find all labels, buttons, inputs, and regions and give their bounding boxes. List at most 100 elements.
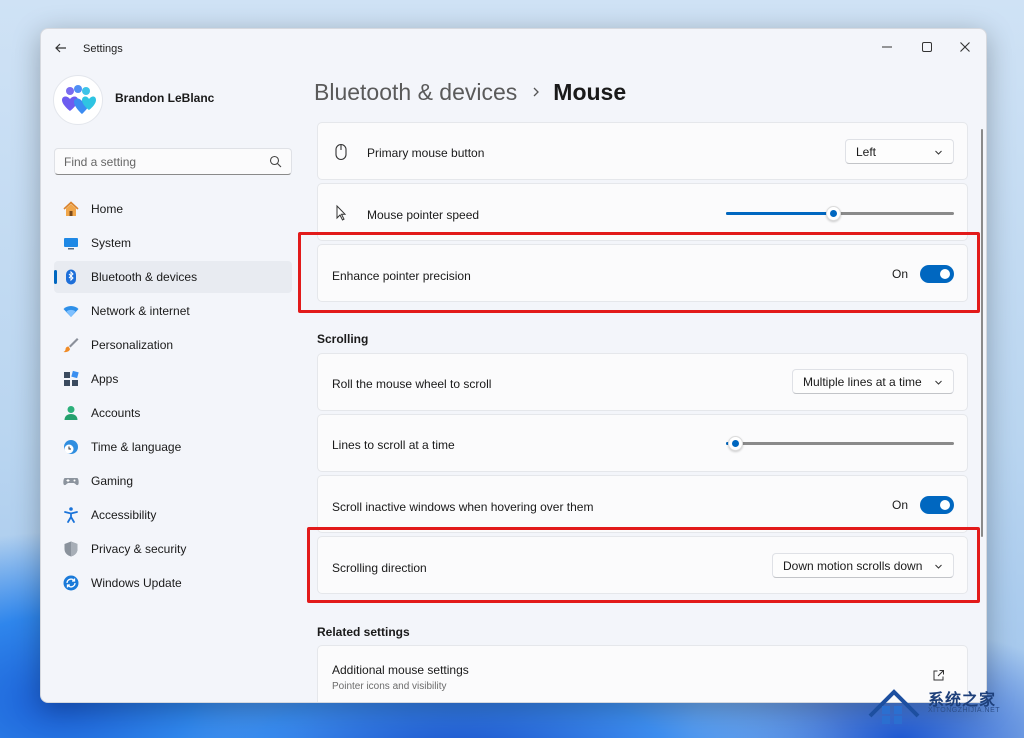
toggle-state-text: On	[891, 267, 908, 281]
app-title: Settings	[83, 43, 123, 55]
sidebar-item-label: Time & language	[91, 440, 182, 454]
avatar-hearts-icon	[62, 85, 96, 114]
sidebar-item-privacy-security[interactable]: Privacy & security	[54, 533, 292, 565]
mouse-icon	[335, 143, 347, 161]
home-icon	[63, 201, 79, 216]
open-external-icon	[933, 670, 944, 681]
back-arrow-icon[interactable]	[53, 40, 69, 56]
sidebar-item-label: Personalization	[91, 338, 174, 352]
sidebar-item-apps[interactable]: Apps	[54, 363, 292, 395]
sidebar-item-windows-update[interactable]: Windows Update	[54, 567, 292, 599]
sidebar-item-network[interactable]: Network & internet	[54, 295, 292, 327]
breadcrumb-parent[interactable]: Bluetooth & devices	[314, 79, 517, 106]
enhance-precision-toggle-group: On	[892, 264, 954, 284]
lines-to-scroll-slider[interactable]	[726, 435, 954, 451]
wifi-icon	[63, 306, 79, 317]
sidebar-item-accounts[interactable]: Accounts	[54, 397, 292, 429]
sidebar-item-home[interactable]: Home	[54, 193, 292, 225]
card-lines-to-scroll: Lines to scroll at a time	[317, 414, 968, 472]
sidebar-item-system[interactable]: System	[54, 227, 292, 259]
chevron-right-icon	[533, 87, 540, 97]
sidebar-item-time-language[interactable]: Time & language	[54, 431, 292, 463]
search-box[interactable]	[54, 148, 292, 175]
sidebar-item-gaming[interactable]: Gaming	[54, 465, 292, 497]
update-icon	[63, 575, 79, 591]
section-title-scrolling: Scrolling	[317, 332, 369, 346]
watermark-logo-icon	[868, 689, 920, 724]
pointer-arrow-icon	[336, 204, 347, 221]
roll-mouse-wheel-label: Roll the mouse wheel to scroll	[332, 377, 492, 391]
section-title-related-settings: Related settings	[317, 625, 410, 639]
sidebar-item-label: Home	[91, 202, 124, 216]
sidebar-item-bluetooth-devices[interactable]: Bluetooth & devices	[54, 261, 292, 293]
enhance-pointer-precision-label: Enhance pointer precision	[332, 269, 471, 283]
enhance-precision-toggle[interactable]	[920, 265, 954, 283]
page-title: Mouse	[553, 78, 627, 105]
chevron-down-icon	[935, 150, 942, 155]
dropdown-value: Down motion scrolls down	[783, 558, 923, 573]
sidebar-item-personalization[interactable]: Personalization	[54, 329, 292, 361]
maximize-icon	[922, 42, 932, 52]
dropdown-value: Multiple lines at a time	[803, 374, 922, 389]
scroll-inactive-toggle[interactable]	[920, 496, 954, 514]
card-scrolling-direction: Scrolling direction Down motion scrolls …	[317, 536, 968, 594]
sidebar-item-label: Privacy & security	[91, 542, 187, 556]
sidebar-item-label: System	[91, 236, 132, 250]
chevron-down-icon	[935, 564, 942, 569]
sidebar-item-label: Apps	[91, 372, 119, 386]
primary-mouse-button-dropdown[interactable]: Left	[845, 139, 954, 164]
slider-fill	[726, 212, 834, 215]
content-scrollbar[interactable]	[981, 129, 983, 537]
chevron-down-icon	[935, 380, 942, 385]
card-scroll-inactive-windows: Scroll inactive windows when hovering ov…	[317, 475, 968, 533]
clock-globe-icon	[64, 440, 78, 454]
user-profile[interactable]: Brandon LeBlanc	[53, 75, 293, 125]
card-primary-mouse-button: Primary mouse button Left	[317, 122, 968, 180]
dropdown-value: Left	[856, 144, 877, 159]
system-icon	[64, 238, 78, 250]
sidebar-item-label: Bluetooth & devices	[91, 270, 198, 284]
pointer-speed-slider[interactable]	[726, 205, 954, 221]
primary-mouse-button-label: Primary mouse button	[367, 146, 485, 160]
breadcrumb: Bluetooth & devices Mouse	[314, 77, 626, 107]
avatar[interactable]	[53, 75, 103, 125]
minimize-icon	[882, 46, 892, 48]
bluetooth-icon	[66, 269, 76, 285]
card-enhance-pointer-precision: Enhance pointer precision On	[317, 244, 968, 302]
slider-thumb[interactable]	[728, 436, 744, 451]
card-mouse-pointer-speed: Mouse pointer speed	[317, 183, 968, 241]
search-input[interactable]	[55, 149, 255, 174]
slider-thumb[interactable]	[826, 206, 842, 221]
shield-icon	[64, 541, 78, 557]
title-bar: Settings	[41, 29, 986, 67]
sidebar-item-accessibility[interactable]: Accessibility	[54, 499, 292, 531]
mouse-pointer-speed-label: Mouse pointer speed	[367, 208, 480, 222]
close-icon	[960, 42, 970, 52]
site-watermark: 系统之家 XITONGZHIJIA.NET	[866, 686, 1016, 726]
scroll-inactive-toggle-group: On	[892, 495, 954, 515]
sidebar-item-label: Accessibility	[91, 508, 157, 522]
sidebar-item-label: Gaming	[91, 474, 134, 488]
additional-mouse-settings-sublabel: Pointer icons and visibility	[332, 681, 447, 692]
minimize-button[interactable]	[868, 33, 906, 61]
close-button[interactable]	[946, 33, 984, 61]
toggle-state-text: On	[891, 498, 908, 512]
search-icon[interactable]	[269, 155, 282, 168]
lines-to-scroll-label: Lines to scroll at a time	[332, 438, 455, 452]
slider-track	[726, 442, 954, 445]
watermark-subtext: XITONGZHIJIA.NET	[928, 707, 1001, 714]
apps-icon	[64, 370, 79, 386]
brush-icon	[63, 338, 79, 353]
additional-mouse-settings-label: Additional mouse settings	[332, 663, 469, 677]
maximize-button[interactable]	[908, 33, 946, 61]
scrolling-direction-label: Scrolling direction	[332, 561, 427, 575]
accounts-icon	[64, 406, 78, 420]
sidebar-item-label: Network & internet	[91, 304, 190, 318]
scroll-inactive-windows-label: Scroll inactive windows when hovering ov…	[332, 500, 594, 514]
accessibility-icon	[64, 507, 78, 523]
scrolling-direction-dropdown[interactable]: Down motion scrolls down	[772, 553, 954, 578]
roll-mouse-wheel-dropdown[interactable]: Multiple lines at a time	[792, 369, 954, 394]
sidebar-item-label: Windows Update	[91, 576, 182, 590]
user-name: Brandon LeBlanc	[115, 91, 215, 105]
card-roll-mouse-wheel: Roll the mouse wheel to scroll Multiple …	[317, 353, 968, 411]
